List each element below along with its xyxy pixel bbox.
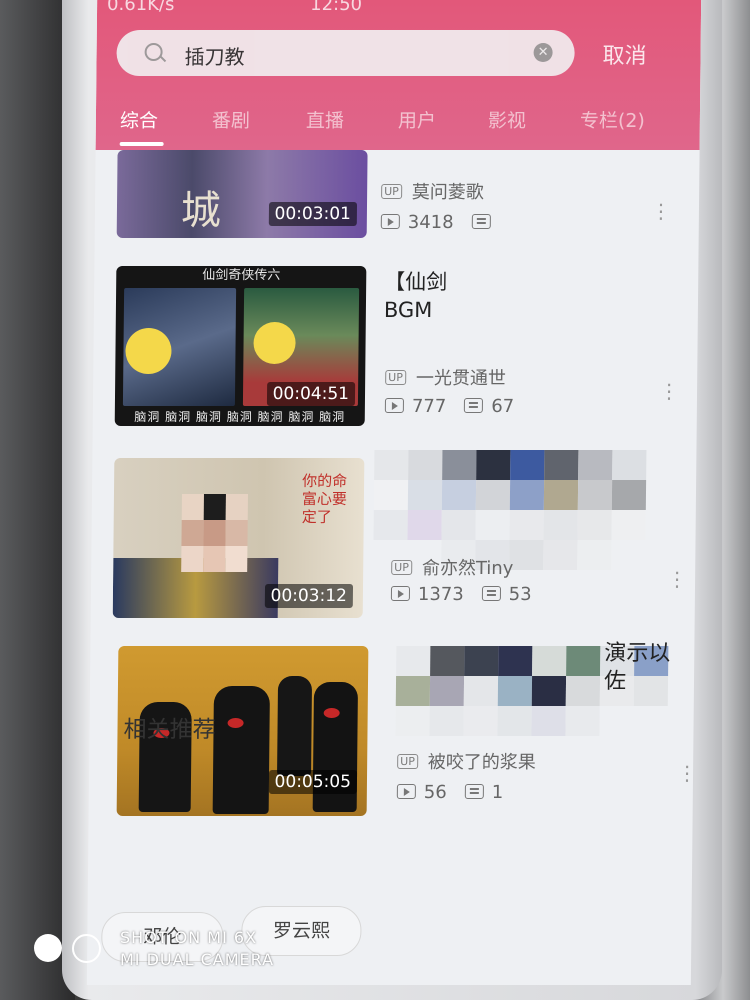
up-badge: UP [385,370,406,385]
video-thumbnail[interactable]: 你的命 富心要定了 00:03:12 [112,458,365,618]
duration-badge: 00:03:12 [264,584,354,608]
search-query: 插刀教 [184,45,245,69]
tab-anime[interactable]: 番剧 [212,106,250,133]
video-thumbnail[interactable]: 仙剑奇侠传六 脑洞 脑洞 脑洞 脑洞 脑洞 脑洞 脑洞 00:04:51 [114,266,367,426]
uploader-name: 一光贯通世 [415,368,506,389]
thumbnail-text: 城 [180,188,222,234]
stats-row: 56 1 [396,782,504,803]
play-count-icon [384,398,404,413]
video-title-line: 【仙剑 [384,270,448,294]
uploader-row: UP 被咬了的浆果 [397,748,536,774]
search-icon [144,43,163,61]
tab-users[interactable]: 用户 [398,106,436,133]
video-title-fragment[interactable]: 佐 [604,668,626,696]
play-count: 777 [411,396,447,417]
video-title[interactable]: 【仙剑 BGM [384,268,448,324]
play-count-icon [396,784,416,799]
play-count-icon [380,214,400,229]
video-item[interactable]: 你的命 富心要定了 00:03:12 UP 俞亦然Tiny 1373 53 ⋮ [90,450,696,643]
uploader-name: 俞亦然Tiny [421,558,514,579]
danmaku-count: 53 [508,584,532,605]
thumbnail-caption: 仙剑奇侠传六 [202,268,281,283]
tab-movies[interactable]: 影视 [488,106,526,133]
danmaku-icon [464,784,484,799]
video-item[interactable]: 仙剑奇侠传六 脑洞 脑洞 脑洞 脑洞 脑洞 脑洞 脑洞 00:04:51 【仙剑… [92,266,698,451]
stats-row: 3418 [380,212,499,233]
clear-icon[interactable]: ✕ [533,43,553,62]
play-count: 3418 [407,212,454,233]
danmaku-count: 67 [491,396,515,417]
search-input[interactable]: 插刀教 ✕ [116,30,575,76]
network-speed: 0.61K/s [107,0,175,15]
up-badge: UP [397,754,418,769]
related-heading: 相关推荐 [123,717,216,743]
uploader-row: UP 一光贯通世 [385,364,506,390]
search-header: 0.61K/s 12:50 插刀教 ✕ 取消 综合 番剧 直播 用户 影视 专栏… [95,0,702,150]
danmaku-count: 1 [491,782,504,803]
up-badge: UP [381,184,402,199]
phone-screen: 0.61K/s 12:50 插刀教 ✕ 取消 综合 番剧 直播 用户 影视 专栏… [86,0,702,985]
emoji-sticker [253,322,296,364]
up-badge: UP [391,560,412,575]
tab-live[interactable]: 直播 [306,106,344,133]
duration-badge: 00:05:05 [268,770,358,794]
tab-articles[interactable]: 专栏(2) [580,106,645,133]
active-tab-indicator [119,142,164,146]
uploader-name: 莫问菱歌 [411,182,484,203]
duration-badge: 00:04:51 [266,382,356,406]
thumbnail-poem: 你的命 富心要定了 [301,472,348,526]
play-count-icon [390,586,411,601]
video-item[interactable]: 城 00:03:01 UP 莫问菱歌 3418 ⋮ [95,150,700,240]
thumbnail-subtitle: 脑洞 脑洞 脑洞 脑洞 脑洞 脑洞 脑洞 [134,410,346,424]
uploader-row: UP 俞亦然Tiny [391,554,514,580]
danmaku-icon [464,398,484,413]
stats-row: 1373 53 [390,584,532,605]
more-options-icon[interactable]: ⋮ [677,761,697,785]
clock: 12:50 [310,0,363,15]
uploader-name: 被咬了的浆果 [427,752,536,773]
play-count: 1373 [417,584,464,605]
more-options-icon[interactable]: ⋮ [651,199,671,223]
related-chip[interactable]: 罗云熙 [241,906,362,956]
video-thumbnail[interactable]: 城 00:03:01 [116,150,368,238]
danmaku-icon [471,214,491,229]
tab-all[interactable]: 综合 [120,106,158,133]
more-options-icon[interactable]: ⋮ [667,567,687,591]
video-title-fragment[interactable]: 演示以 [604,640,670,668]
stats-row: 777 67 [384,396,515,417]
uploader-row: UP 莫问菱歌 [381,178,484,204]
danmaku-icon [481,586,501,601]
video-title-line: BGM [383,298,433,322]
tab-bar: 综合 番剧 直播 用户 影视 专栏(2) [96,106,700,150]
cancel-button[interactable]: 取消 [602,38,646,70]
emoji-sticker [125,328,172,374]
watermark-line2: MI DUAL CAMERA [120,950,275,969]
status-bar: 0.61K/s 12:50 [107,0,362,15]
duration-badge: 00:03:01 [268,202,358,226]
watermark-line1: SHOT ON MI 6X [120,928,258,947]
blurred-face [181,494,248,572]
more-options-icon[interactable]: ⋮ [659,379,679,403]
play-count: 56 [423,782,447,803]
censored-title [373,450,647,570]
